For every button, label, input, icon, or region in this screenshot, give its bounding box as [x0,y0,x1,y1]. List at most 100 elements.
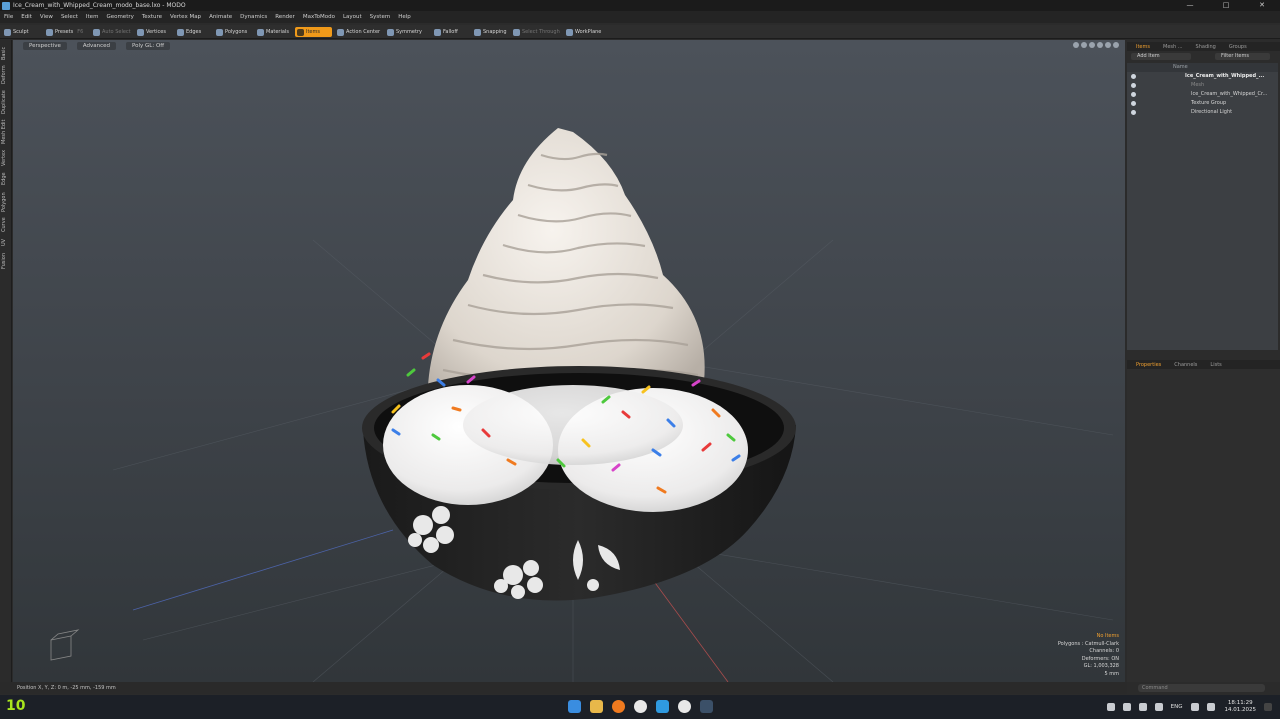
add-item-button[interactable]: Add Item [1131,53,1191,60]
tab-items[interactable]: Items [1132,44,1154,50]
visibility-eye-icon[interactable] [1131,83,1136,88]
wifi-icon[interactable] [1190,703,1199,711]
chevron-up-icon[interactable] [1106,703,1115,711]
command-input[interactable]: Command [1138,684,1265,692]
menu-dynamics[interactable]: Dynamics [240,14,267,20]
tree-item[interactable]: Mesh [1127,81,1278,90]
tab-curve[interactable]: Curve [1,216,11,234]
tab-fusion[interactable]: Fusion [1,250,11,272]
filter-items-button[interactable]: Filter Items [1215,53,1270,60]
symmetry-label: Symmetry [396,29,422,35]
tab-edge[interactable]: Edge [1,170,11,188]
presets-button[interactable]: Presets F6 [46,27,83,37]
poly-gl-toggle[interactable]: Poly GL: Off [126,41,171,50]
vertices-button[interactable]: Vertices [137,27,166,37]
tab-vertex[interactable]: Vertex [1,148,11,168]
tab-duplicate[interactable]: Duplicate [1,88,11,116]
tree-item[interactable]: Ice_Cream_with_Whipped_Cr... [1127,90,1278,99]
menu-animate[interactable]: Animate [209,14,232,20]
edges-button[interactable]: Edges [177,27,201,37]
action-center-button[interactable]: Action Center [337,27,380,37]
shading-mode-dropdown[interactable]: Advanced [76,41,117,50]
yandex-browser-icon[interactable] [678,700,691,713]
menu-vertex-map[interactable]: Vertex Map [170,14,201,20]
tree-item[interactable]: Ice_Cream_with_Whipped_... [1127,72,1278,81]
menu-view[interactable]: View [40,14,53,20]
items-mode-button[interactable]: Items [295,27,332,37]
auto-select-label: Auto Select [102,29,131,35]
telegram-icon[interactable] [656,700,669,713]
snapping-icon [474,28,481,36]
clock-time: 18:11:29 [1227,700,1253,706]
menu-system[interactable]: System [370,14,391,20]
minimize-button[interactable]: — [1172,0,1208,11]
tab-properties[interactable]: Properties [1132,362,1165,368]
edges-icon [177,28,184,36]
tab-deform[interactable]: Deform [1,64,11,86]
sculpt-button[interactable]: Sculpt [4,27,29,37]
menu-select[interactable]: Select [61,14,78,20]
tab-polygon[interactable]: Polygon [1,190,11,214]
close-button[interactable]: ✕ [1244,0,1280,11]
orbit-icon[interactable] [1081,42,1087,48]
language-indicator[interactable]: ENG [1171,704,1183,710]
visibility-eye-icon[interactable] [1131,92,1136,97]
tab-uv[interactable]: UV [1,236,11,248]
chrome-tray-icon[interactable] [1154,703,1163,711]
menu-geometry[interactable]: Geometry [106,14,133,20]
menu-render[interactable]: Render [275,14,295,20]
workplane-button[interactable]: WorkPlane [566,27,601,37]
visibility-eye-icon[interactable] [1131,101,1136,106]
polygons-button[interactable]: Polygons [216,27,247,37]
widget-badge[interactable]: 10 [6,698,25,714]
select-through-button[interactable]: Select Through [513,27,560,37]
bluetooth-icon[interactable] [1122,703,1131,711]
tab-mesh[interactable]: Mesh ... [1159,44,1187,50]
pan-icon[interactable] [1073,42,1079,48]
snapping-button[interactable]: Snapping [474,27,507,37]
menu-edit[interactable]: Edit [21,14,32,20]
fit-icon[interactable] [1097,42,1103,48]
properties-area [1127,369,1280,682]
axis-x-line [132,529,394,611]
menu-maxtomodo[interactable]: MaxToModo [303,14,335,20]
view-mode-dropdown[interactable]: Perspective [23,41,67,50]
materials-button[interactable]: Materials [257,27,289,37]
visibility-eye-icon[interactable] [1131,74,1136,79]
tab-groups[interactable]: Groups [1225,44,1251,50]
maximize-icon[interactable] [1113,42,1119,48]
yandex-icon[interactable] [634,700,647,713]
tree-item[interactable]: Texture Group [1127,99,1278,108]
status-bar: Position X, Y, Z: 0 m, -25 mm, -159 mm [0,682,1127,694]
menu-layout[interactable]: Layout [343,14,362,20]
clock[interactable]: 18:11:29 14.01.2025 [1225,700,1257,714]
visibility-eye-icon[interactable] [1131,110,1136,115]
tab-basic[interactable]: Basic [1,44,11,62]
telegram-tray-icon[interactable] [1138,703,1147,711]
clock-date: 14.01.2025 [1224,707,1257,713]
menu-item[interactable]: Item [86,14,99,20]
column-name[interactable]: Name [1173,63,1188,72]
notifications-icon[interactable] [1264,703,1272,711]
modo-taskbar-icon[interactable] [700,700,713,713]
tree-item[interactable]: Directional Light [1127,108,1278,117]
volume-icon[interactable] [1206,703,1215,711]
symmetry-button[interactable]: Symmetry [387,27,422,37]
falloff-button[interactable]: Falloff [434,27,458,37]
zoom-icon[interactable] [1089,42,1095,48]
edges-label: Edges [186,29,202,35]
auto-select-button[interactable]: Auto Select [93,27,131,37]
tab-mesh-edit[interactable]: Mesh Edit [1,118,11,146]
start-icon[interactable] [568,700,581,713]
menu-file[interactable]: File [4,14,13,20]
file-explorer-icon[interactable] [590,700,603,713]
tab-shading[interactable]: Shading [1192,44,1220,50]
3d-viewport[interactable]: Perspective Advanced Poly GL: Off No Ite… [13,40,1125,682]
browser-icon[interactable] [612,700,625,713]
settings-icon[interactable] [1105,42,1111,48]
tab-lists[interactable]: Lists [1206,362,1225,368]
menu-help[interactable]: Help [398,14,411,20]
menu-texture[interactable]: Texture [142,14,162,20]
maximize-button[interactable]: □ [1208,0,1244,11]
tab-channels[interactable]: Channels [1170,362,1201,368]
